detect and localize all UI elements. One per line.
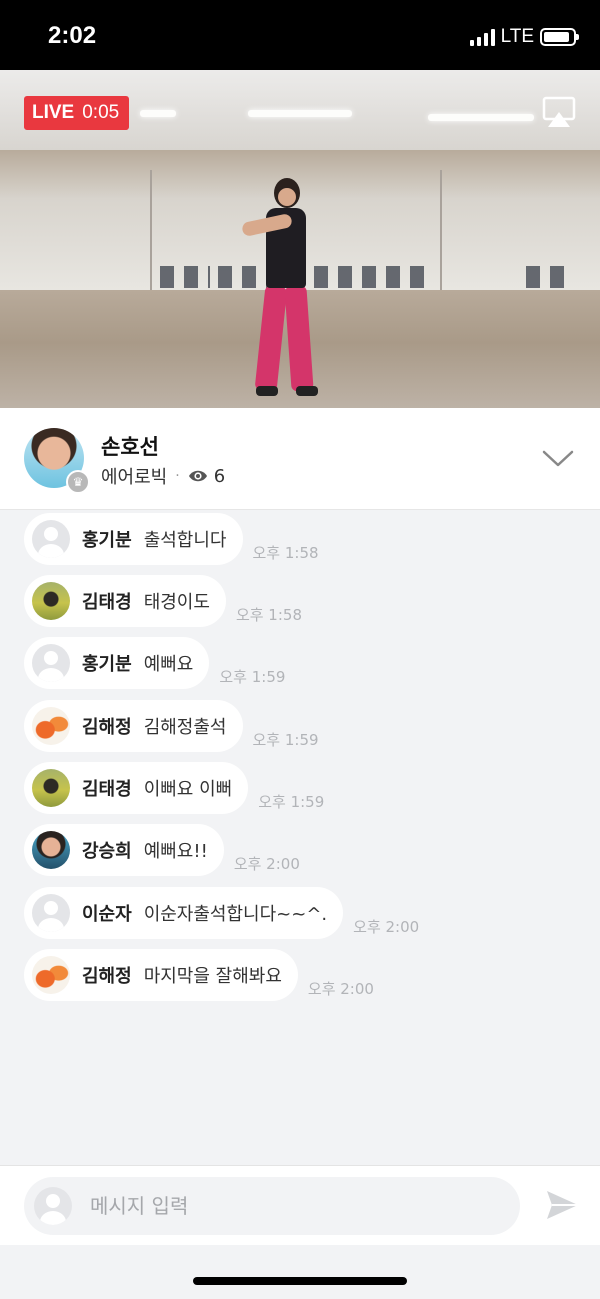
chat-list[interactable]: 홍기분 출석합니다 오후 1:58 김태경 태경이도 오후 1:58 홍기분 예… [0, 511, 600, 1165]
message-composer [0, 1165, 600, 1245]
host-category: 에어로빅 [101, 467, 168, 488]
eye-icon [188, 470, 207, 482]
message-time: 오후 2:00 [307, 980, 374, 998]
separator-dot: · [175, 468, 180, 484]
message-bubble[interactable]: 이순자 이순자출석합니다~~^. [24, 887, 344, 939]
message-time: 오후 1:59 [252, 731, 319, 749]
chat-message: 홍기분 예뻐요 오후 1:59 [24, 637, 285, 689]
message-bubble[interactable]: 홍기분 출석합니다 [24, 513, 243, 565]
message-bubble[interactable]: 홍기분 예뻐요 [24, 637, 210, 689]
cellular-signal-icon [469, 28, 495, 46]
user-avatar[interactable] [32, 956, 70, 994]
message-author: 강승희 [82, 841, 132, 862]
send-icon[interactable] [544, 1187, 580, 1223]
live-label: LIVE [32, 102, 75, 123]
message-time: 오후 1:58 [252, 544, 319, 562]
message-bubble[interactable]: 강승희 예뻐요!! [24, 824, 224, 876]
message-text: 마지막을 잘해봐요 [143, 966, 282, 987]
message-text: 출석합니다 [143, 530, 227, 551]
dancer [240, 178, 330, 398]
message-text: 이뻐요 이뻐 [143, 779, 233, 800]
message-author: 김태경 [82, 779, 132, 800]
message-author: 김해정 [82, 966, 132, 987]
user-avatar[interactable] [32, 582, 70, 620]
message-author: 김해정 [82, 717, 132, 738]
message-time: 오후 1:58 [235, 606, 302, 624]
live-badge: LIVE 0:05 [24, 96, 130, 130]
message-author: 이순자 [82, 904, 132, 925]
viewer-count: 6 [213, 465, 226, 487]
message-bubble[interactable]: 김태경 태경이도 [24, 575, 226, 627]
status-time: 2:02 [48, 22, 97, 49]
live-video[interactable]: LIVE 0:05 [0, 70, 600, 408]
message-text: 태경이도 [143, 592, 210, 613]
chat-message: 김태경 이뻐요 이뻐 오후 1:59 [24, 762, 324, 814]
host-name[interactable]: 손호선 [101, 431, 159, 461]
default-avatar-icon[interactable] [32, 644, 70, 682]
message-time: 오후 1:59 [258, 793, 325, 811]
live-elapsed-time: 0:05 [82, 102, 120, 123]
message-bubble[interactable]: 김해정 마지막을 잘해봐요 [24, 949, 298, 1001]
message-bubble[interactable]: 김해정 김해정출석 [24, 700, 243, 752]
user-avatar[interactable] [32, 769, 70, 807]
message-text: 예뻐요 [143, 654, 194, 675]
airplay-icon[interactable] [542, 96, 576, 128]
chat-message: 김해정 김해정출석 오후 1:59 [24, 700, 319, 752]
user-avatar[interactable] [32, 831, 70, 869]
host-subtitle: 에어로빅 · 6 [101, 463, 225, 489]
battery-level [544, 32, 570, 42]
viewer-count-group: 6 [188, 466, 225, 487]
message-author: 김태경 [82, 592, 132, 613]
chevron-down-icon[interactable] [542, 446, 574, 470]
chat-message: 이순자 이순자출석합니다~~^. 오후 2:00 [24, 887, 419, 939]
chat-message: 김해정 마지막을 잘해봐요 오후 2:00 [24, 949, 374, 1001]
chat-message: 홍기분 출석합니다 오후 1:58 [24, 513, 319, 565]
status-bar: 2:02 LTE [0, 0, 600, 70]
message-author: 홍기분 [82, 654, 132, 675]
message-time: 오후 2:00 [233, 855, 300, 873]
chat-message: 강승희 예뻐요!! 오후 2:00 [24, 824, 300, 876]
message-bubble[interactable]: 김태경 이뻐요 이뻐 [24, 762, 249, 814]
host-header: ♛ 손호선 에어로빅 · 6 [0, 408, 600, 510]
home-indicator[interactable] [193, 1277, 407, 1285]
message-text: 김해정출석 [143, 717, 227, 738]
message-text: 예뻐요!! [143, 841, 208, 862]
battery-icon [540, 28, 579, 46]
message-author: 홍기분 [82, 530, 132, 551]
network-type: LTE [500, 26, 534, 47]
default-avatar-icon[interactable] [32, 520, 70, 558]
message-text: 이순자출석합니다~~^. [143, 904, 328, 925]
home-area [0, 1245, 600, 1299]
message-time: 오후 2:00 [353, 918, 420, 936]
crown-icon: ♛ [66, 470, 90, 494]
default-avatar-icon[interactable] [32, 894, 70, 932]
my-avatar-icon [34, 1187, 72, 1225]
user-avatar[interactable] [32, 707, 70, 745]
status-indicators: LTE [469, 26, 579, 48]
message-time: 오후 1:59 [219, 668, 286, 686]
message-input-container[interactable] [24, 1177, 520, 1235]
message-input[interactable] [90, 1194, 450, 1218]
chat-message: 김태경 태경이도 오후 1:58 [24, 575, 302, 627]
